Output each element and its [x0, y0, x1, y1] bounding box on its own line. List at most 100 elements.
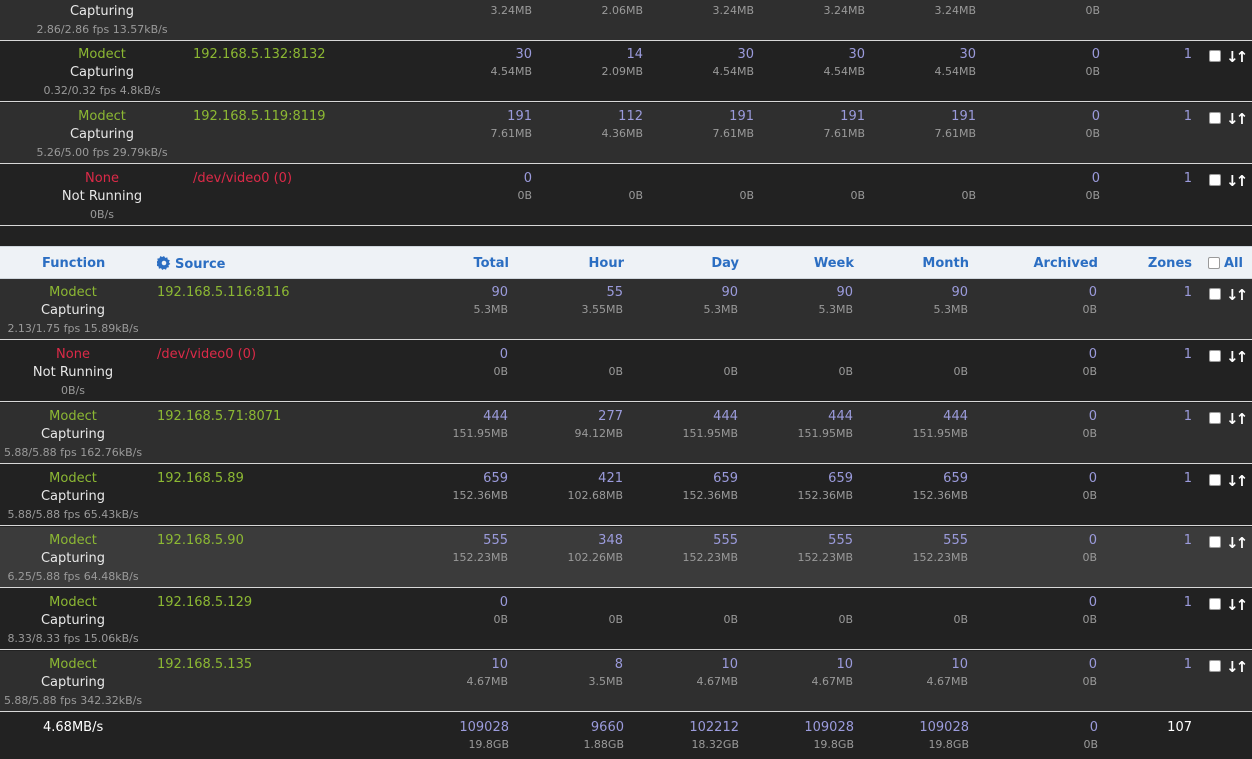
monitor-zones[interactable]: 1	[1152, 595, 1192, 611]
sort-arrows-icon[interactable]: ↓↑	[1226, 659, 1248, 675]
monitor-select-checkbox[interactable]	[1209, 112, 1221, 124]
events-day[interactable]: 90	[648, 285, 738, 301]
monitor-function[interactable]: Modect	[13, 471, 133, 487]
sort-arrows-icon[interactable]: ↓↑	[1226, 111, 1248, 127]
events-week[interactable]: 90	[763, 285, 853, 301]
monitor-zones[interactable]: 1	[1152, 409, 1192, 425]
sort-arrows-icon[interactable]: ↓↑	[1226, 173, 1248, 189]
events-day[interactable]: 191	[664, 109, 754, 125]
header-month[interactable]: Month	[900, 256, 969, 271]
monitor-select-checkbox[interactable]	[1209, 288, 1221, 300]
events-archived[interactable]: 0	[1007, 347, 1097, 363]
events-archived[interactable]: 0	[1007, 533, 1097, 549]
monitor-select-checkbox[interactable]	[1209, 50, 1221, 62]
monitor-function[interactable]: Modect	[13, 285, 133, 301]
monitor-function[interactable]: Modect	[42, 109, 162, 125]
events-total[interactable]: 90	[418, 285, 508, 301]
events-total[interactable]: 659	[418, 471, 508, 487]
events-total[interactable]: 30	[442, 47, 532, 63]
monitor-source[interactable]: 192.168.5.132:8132	[193, 47, 326, 63]
total-events[interactable]: 109028	[430, 720, 509, 736]
events-day[interactable]: 10	[648, 657, 738, 673]
monitor-source[interactable]: 192.168.5.119:8119	[193, 109, 326, 125]
monitor-select-checkbox[interactable]	[1209, 412, 1221, 424]
monitor-function[interactable]: Modect	[13, 595, 133, 611]
sort-arrows-icon[interactable]: ↓↑	[1226, 535, 1248, 551]
events-week[interactable]: 30	[775, 47, 865, 63]
events-archived[interactable]: 0	[1010, 171, 1100, 187]
monitor-source[interactable]: 192.168.5.89	[157, 471, 244, 487]
header-archived[interactable]: Archived	[1000, 256, 1099, 271]
events-month[interactable]: 444	[878, 409, 968, 425]
monitor-zones[interactable]: 1	[1152, 533, 1192, 549]
sort-arrows-icon[interactable]: ↓↑	[1226, 49, 1248, 65]
events-hour[interactable]: 277	[533, 409, 623, 425]
events-hour[interactable]: 8	[533, 657, 623, 673]
sort-arrows-icon[interactable]: ↓↑	[1226, 411, 1248, 427]
events-month[interactable]: 30	[886, 47, 976, 63]
events-archived[interactable]: 0	[1007, 409, 1097, 425]
events-week[interactable]: 444	[763, 409, 853, 425]
archived-events[interactable]: 0	[1048, 720, 1098, 736]
monitor-select-checkbox[interactable]	[1209, 350, 1221, 362]
sort-arrows-icon[interactable]: ↓↑	[1226, 287, 1248, 303]
events-month[interactable]: 90	[878, 285, 968, 301]
header-hour[interactable]: Hour	[555, 256, 624, 271]
events-archived[interactable]: 0	[1007, 471, 1097, 487]
monitor-function[interactable]: None	[42, 171, 162, 187]
header-total[interactable]: Total	[440, 256, 509, 271]
sort-arrows-icon[interactable]: ↓↑	[1226, 349, 1248, 365]
events-total[interactable]: 444	[418, 409, 508, 425]
sort-arrows-icon[interactable]: ↓↑	[1226, 597, 1248, 613]
monitor-function[interactable]: Modect	[42, 47, 162, 63]
events-total[interactable]: 0	[418, 595, 508, 611]
monitor-source[interactable]: 192.168.5.90	[157, 533, 244, 549]
monitor-function[interactable]: Modect	[13, 657, 133, 673]
events-hour[interactable]: 348	[533, 533, 623, 549]
header-all[interactable]: All	[1224, 256, 1243, 271]
events-archived[interactable]: 0	[1010, 109, 1100, 125]
events-total[interactable]: 191	[442, 109, 532, 125]
monitor-function[interactable]: Modect	[13, 409, 133, 425]
events-hour[interactable]: 112	[553, 109, 643, 125]
monitor-zones[interactable]: 1	[1152, 285, 1192, 301]
events-hour[interactable]: 421	[533, 471, 623, 487]
hour-events[interactable]: 9660	[545, 720, 624, 736]
events-archived[interactable]: 0	[1007, 657, 1097, 673]
monitor-function[interactable]: None	[13, 347, 133, 363]
events-total[interactable]: 10	[418, 657, 508, 673]
sort-arrows-icon[interactable]: ↓↑	[1226, 473, 1248, 489]
events-month[interactable]: 555	[878, 533, 968, 549]
monitor-source[interactable]: 192.168.5.71:8071	[157, 409, 281, 425]
header-day[interactable]: Day	[670, 256, 739, 271]
monitor-zones[interactable]: 1	[1152, 657, 1192, 673]
month-events[interactable]: 109028	[890, 720, 969, 736]
day-events[interactable]: 102212	[660, 720, 739, 736]
monitor-zones[interactable]: 1	[1152, 171, 1192, 187]
header-function[interactable]: Function	[42, 256, 105, 271]
monitor-select-checkbox[interactable]	[1209, 474, 1221, 486]
week-events[interactable]: 109028	[775, 720, 854, 736]
monitor-select-checkbox[interactable]	[1209, 660, 1221, 672]
events-day[interactable]: 444	[648, 409, 738, 425]
events-total[interactable]: 555	[418, 533, 508, 549]
events-archived[interactable]: 0	[1010, 47, 1100, 63]
events-week[interactable]: 659	[763, 471, 853, 487]
events-month[interactable]: 659	[878, 471, 968, 487]
monitor-source[interactable]: 192.168.5.135	[157, 657, 252, 673]
events-month[interactable]: 10	[878, 657, 968, 673]
events-month[interactable]: 191	[886, 109, 976, 125]
events-hour[interactable]: 55	[533, 285, 623, 301]
monitor-select-checkbox[interactable]	[1209, 536, 1221, 548]
events-total[interactable]: 0	[418, 347, 508, 363]
monitor-source[interactable]: 192.168.5.129	[157, 595, 252, 611]
header-source[interactable]: Source	[155, 256, 225, 272]
monitor-zones[interactable]: 1	[1152, 347, 1192, 363]
events-week[interactable]: 555	[763, 533, 853, 549]
monitor-function[interactable]: Modect	[13, 533, 133, 549]
monitor-source[interactable]: /dev/video0 (0)	[193, 171, 292, 187]
header-week[interactable]: Week	[785, 256, 854, 271]
monitor-select-checkbox[interactable]	[1209, 174, 1221, 186]
select-all-checkbox[interactable]	[1208, 257, 1220, 269]
events-day[interactable]: 30	[664, 47, 754, 63]
